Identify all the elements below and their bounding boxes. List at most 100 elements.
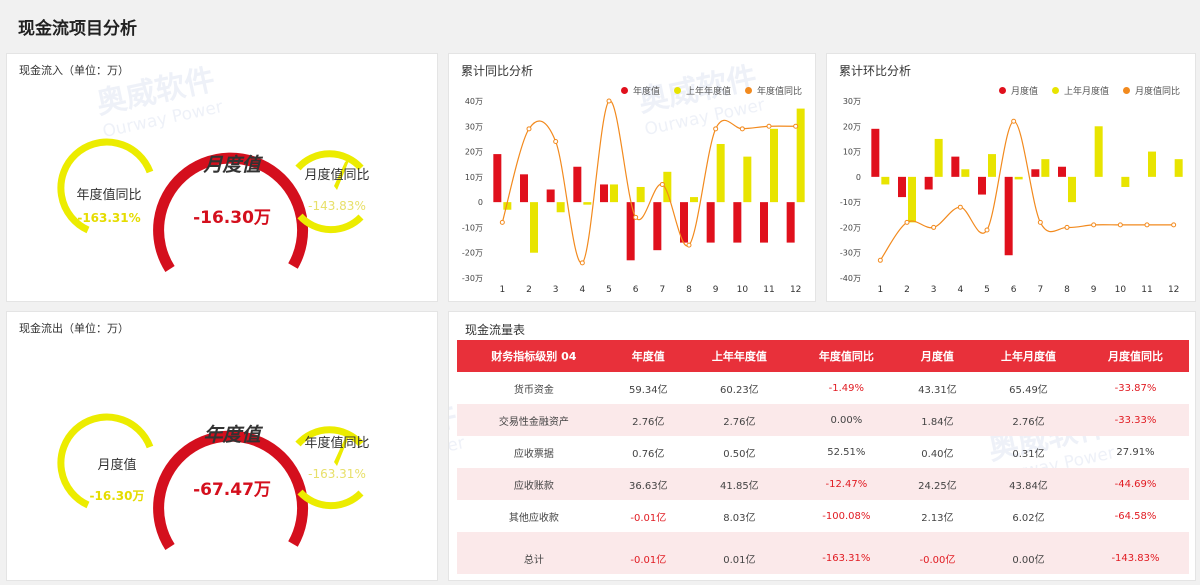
table-cell: 8.03亿 <box>723 512 756 524</box>
ratio-point <box>1064 224 1070 230</box>
outflow-right-value: -163.31% <box>308 467 366 481</box>
bar-current <box>924 176 933 190</box>
x-tick-label: 10 <box>1115 285 1127 295</box>
bar-previous <box>881 176 890 185</box>
x-tick-label: 3 <box>553 285 559 295</box>
bar-previous <box>934 138 943 177</box>
table-cell: 0.01亿 <box>685 542 793 574</box>
table-cell: 0.40亿 <box>921 448 954 460</box>
outflow-panel: 现金流出（单位：万） 月度值 -16.30万 年度值 -67.47万 年度值同比… <box>6 311 438 581</box>
x-tick-label: 1 <box>499 285 505 295</box>
x-tick-label: 10 <box>737 285 749 295</box>
bar-current <box>653 202 662 251</box>
ratio-point <box>1011 118 1017 124</box>
bar-current <box>733 202 742 243</box>
bar-current <box>786 202 795 243</box>
y-tick-label: -30万 <box>840 249 861 258</box>
table-cell: -44.69% <box>1081 468 1189 500</box>
bar-previous <box>1148 151 1156 177</box>
table-spacer-cell <box>457 532 1189 542</box>
bar-previous <box>1041 159 1050 177</box>
table-row[interactable]: 货币资金 59.34亿 60.23亿 -1.49% 43.31亿 65.49亿 -33.87… <box>457 372 1189 404</box>
column-header[interactable]: 月度值 <box>899 340 975 372</box>
x-tick-label: 4 <box>957 285 963 295</box>
ratio-point <box>1144 222 1150 228</box>
bar-previous <box>610 184 618 203</box>
cashflow-table-title: 现金流量表 <box>465 323 526 337</box>
y-tick-label: -10万 <box>462 223 483 232</box>
x-tick-label: 7 <box>1037 285 1043 295</box>
table-cell: -64.58% <box>1114 510 1157 522</box>
cashflow-table-panel: 现金流量表 奥威软件Ourway Power 奥威软件Ourway Power … <box>448 311 1196 581</box>
table-row[interactable]: 交易性金融资产 2.76亿 2.76亿 0.00% 1.84亿 2.76亿 -33.33% <box>457 404 1189 436</box>
table-total-row[interactable]: 总计 -0.01亿 0.01亿 -163.31% -0.00亿 0.00亿 -143.83% <box>457 542 1189 574</box>
table-row[interactable]: 其他应收款 -0.01亿 8.03亿 -100.08% 2.13亿 6.02亿 -64.58… <box>457 500 1189 532</box>
bar-previous <box>1121 176 1130 187</box>
bar-current <box>706 202 715 243</box>
mom-chart-panel: 累计环比分析 奥威软件Ourway Power 月度值 上年月度值 月度值同比 … <box>826 53 1196 302</box>
x-tick-label: 8 <box>1064 285 1070 295</box>
table-spacer-row <box>457 532 1189 542</box>
bar-current <box>573 166 582 203</box>
x-tick-label: 12 <box>1168 285 1179 295</box>
table-cell: 24.25亿 <box>899 468 975 500</box>
table-cell: 27.91% <box>1116 446 1155 458</box>
ratio-point <box>766 123 772 129</box>
ratio-point <box>526 126 532 132</box>
ratio-point <box>739 126 745 132</box>
column-header[interactable]: 月度值同比 <box>1081 340 1189 372</box>
ratio-point <box>957 204 963 210</box>
y-tick-label: 10万 <box>843 148 861 157</box>
y-tick-label: 30万 <box>843 97 861 106</box>
column-header[interactable]: 上年月度值 <box>975 340 1082 372</box>
table-row[interactable]: 应收票据 0.76亿 0.50亿 52.51% 0.40亿 0.31亿 27.91% <box>457 436 1189 468</box>
bar-previous <box>961 169 970 177</box>
bar-current <box>546 189 555 203</box>
inflow-center-label: 月度值 <box>203 154 261 176</box>
bar-previous <box>908 176 916 223</box>
ratio-point <box>579 260 585 266</box>
x-tick-label: 5 <box>606 285 612 295</box>
table-cell: 59.34亿 <box>628 384 668 396</box>
table-cell: 43.31亿 <box>918 384 957 396</box>
ratio-point <box>1117 222 1123 228</box>
ratio-point <box>984 227 990 233</box>
x-tick-label: 9 <box>1091 285 1097 295</box>
table-row[interactable]: 应收账款 36.63亿 41.85亿 -12.47% 24.25亿 43.84亿 -44.6… <box>457 468 1189 500</box>
table-cell: 52.51% <box>827 446 866 458</box>
outflow-center-value: -67.47万 <box>193 480 271 500</box>
table-cell: 2.76亿 <box>975 404 1082 436</box>
ratio-point <box>1037 219 1043 225</box>
column-header[interactable]: 年度值同比 <box>792 340 900 372</box>
bar-current <box>1004 176 1013 256</box>
bar-previous <box>636 186 645 203</box>
table-cell: 0.31亿 <box>1012 448 1045 460</box>
x-tick-label: 6 <box>633 285 639 295</box>
table-cell: 1.84亿 <box>899 404 975 436</box>
yoy-chart-svg: 40万30万20万10万0-10万-20万-30万1 2 3 4 5 6 7 8 9 10 11 12 <box>462 97 805 295</box>
ratio-point <box>686 242 692 248</box>
outflow-center-label: 年度值 <box>203 424 261 446</box>
column-header[interactable]: 年度值 <box>610 340 686 372</box>
outflow-right-label: 年度值同比 <box>304 436 370 451</box>
table-cell: -33.33% <box>1081 404 1189 436</box>
outflow-right-gauge-bottom-arc <box>297 489 364 510</box>
bar-current <box>600 184 608 203</box>
column-header[interactable]: 上年年度值 <box>685 340 793 372</box>
table-cell: -143.83% <box>1081 542 1189 574</box>
table-cell: -163.31% <box>792 542 900 574</box>
table-cell: 36.63亿 <box>610 468 686 500</box>
x-tick-label: 11 <box>763 285 774 295</box>
table-cell: -33.87% <box>1114 382 1157 394</box>
bar-previous <box>690 197 698 203</box>
bar-current <box>520 174 528 203</box>
x-tick-label: 1 <box>877 285 883 295</box>
ratio-point <box>904 219 910 225</box>
bar-current <box>898 176 906 198</box>
inflow-right-gauge-bottom-arc <box>297 213 364 234</box>
inflow-panel: 现金流入（单位：万） 奥威软件 Ourway Power 年度值同比 -163.3… <box>6 53 438 302</box>
table-cell: 货币资金 <box>513 384 554 396</box>
x-tick-label: 12 <box>790 285 801 295</box>
table-cell: -0.01亿 <box>630 512 667 524</box>
column-header[interactable]: 财务指标级别 04 <box>457 340 611 372</box>
